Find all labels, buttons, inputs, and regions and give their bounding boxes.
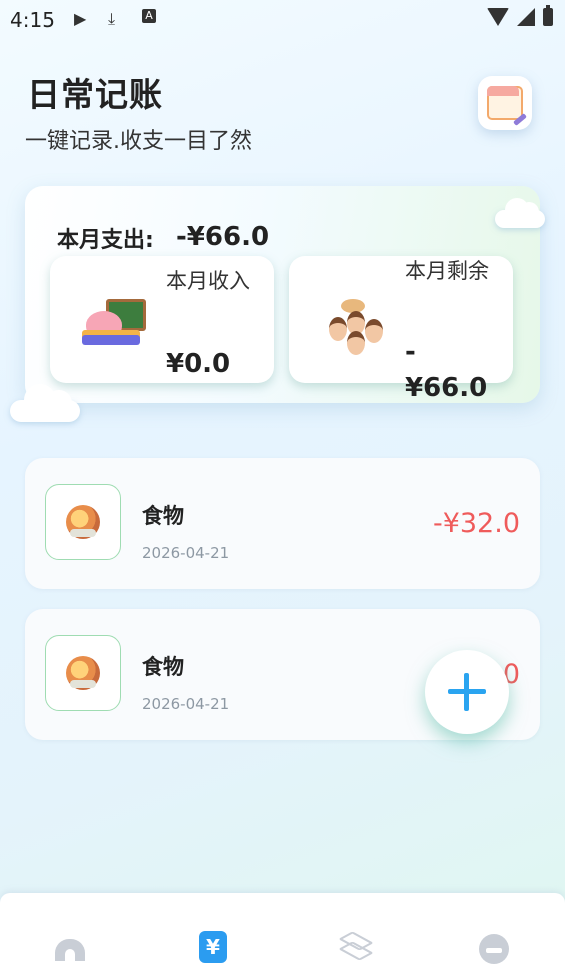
monthly-expense-label: 本月支出:: [57, 228, 154, 253]
play-store-icon: ▶: [74, 9, 87, 28]
piggy-bank-icon: [78, 291, 150, 351]
status-bar: 4:15 ▶ ⤓ A: [0, 0, 565, 38]
food-icon: [66, 505, 100, 539]
category-icon-box: [45, 484, 121, 560]
cellular-icon: [517, 8, 535, 26]
nav-profile[interactable]: [474, 931, 514, 964]
food-icon: [66, 656, 100, 690]
cloud-decoration: [495, 198, 545, 228]
transaction-item[interactable]: 食物 2026-04-21 -¥32.0: [25, 458, 540, 589]
add-record-button[interactable]: [425, 650, 509, 734]
page-title: 日常记账: [27, 75, 163, 114]
plus-icon: [448, 673, 486, 711]
transaction-date: 2026-04-21: [142, 695, 230, 713]
transaction-category: 食物: [142, 504, 184, 528]
home-icon: [55, 939, 85, 961]
download-icon: ⤓: [108, 9, 116, 28]
text-a-icon: A: [142, 9, 156, 23]
monthly-expense-value: -¥66.0: [176, 222, 270, 252]
family-icon: [317, 291, 389, 355]
battery-icon: [543, 5, 553, 26]
wifi-icon: [487, 8, 509, 26]
status-right-icons: [487, 5, 553, 26]
monthly-remaining-card: 本月剩余 -¥66.0: [289, 256, 513, 403]
monthly-income-card: 本月收入 ¥0.0: [50, 256, 274, 383]
transaction-category: 食物: [142, 655, 184, 679]
calendar-icon: [487, 86, 527, 126]
monthly-income-label: 本月收入: [166, 269, 250, 293]
category-icon-box: [45, 635, 121, 711]
monthly-remaining-label: 本月剩余: [405, 259, 489, 283]
calendar-button[interactable]: [478, 76, 532, 130]
monthly-summary-card: 本月支出: -¥66.0 本月收入 ¥0.0 本月剩余 -¥66.0: [25, 186, 540, 403]
layers-icon: [338, 931, 374, 961]
profile-icon: [479, 934, 509, 964]
bill-icon: ¥: [199, 931, 227, 963]
monthly-income-value: ¥0.0: [166, 349, 231, 379]
transaction-date: 2026-04-21: [142, 544, 230, 562]
transaction-amount: -¥32.0: [432, 508, 520, 539]
nav-stats[interactable]: [333, 931, 374, 964]
status-time: 4:15: [10, 8, 55, 32]
monthly-remaining-value: -¥66.0: [405, 337, 488, 403]
page-subtitle: 一键记录.收支一目了然: [25, 129, 252, 154]
bottom-nav: ¥: [0, 893, 565, 964]
cloud-decoration: [10, 384, 80, 422]
nav-bill[interactable]: ¥: [193, 931, 233, 964]
nav-home[interactable]: [50, 931, 90, 964]
